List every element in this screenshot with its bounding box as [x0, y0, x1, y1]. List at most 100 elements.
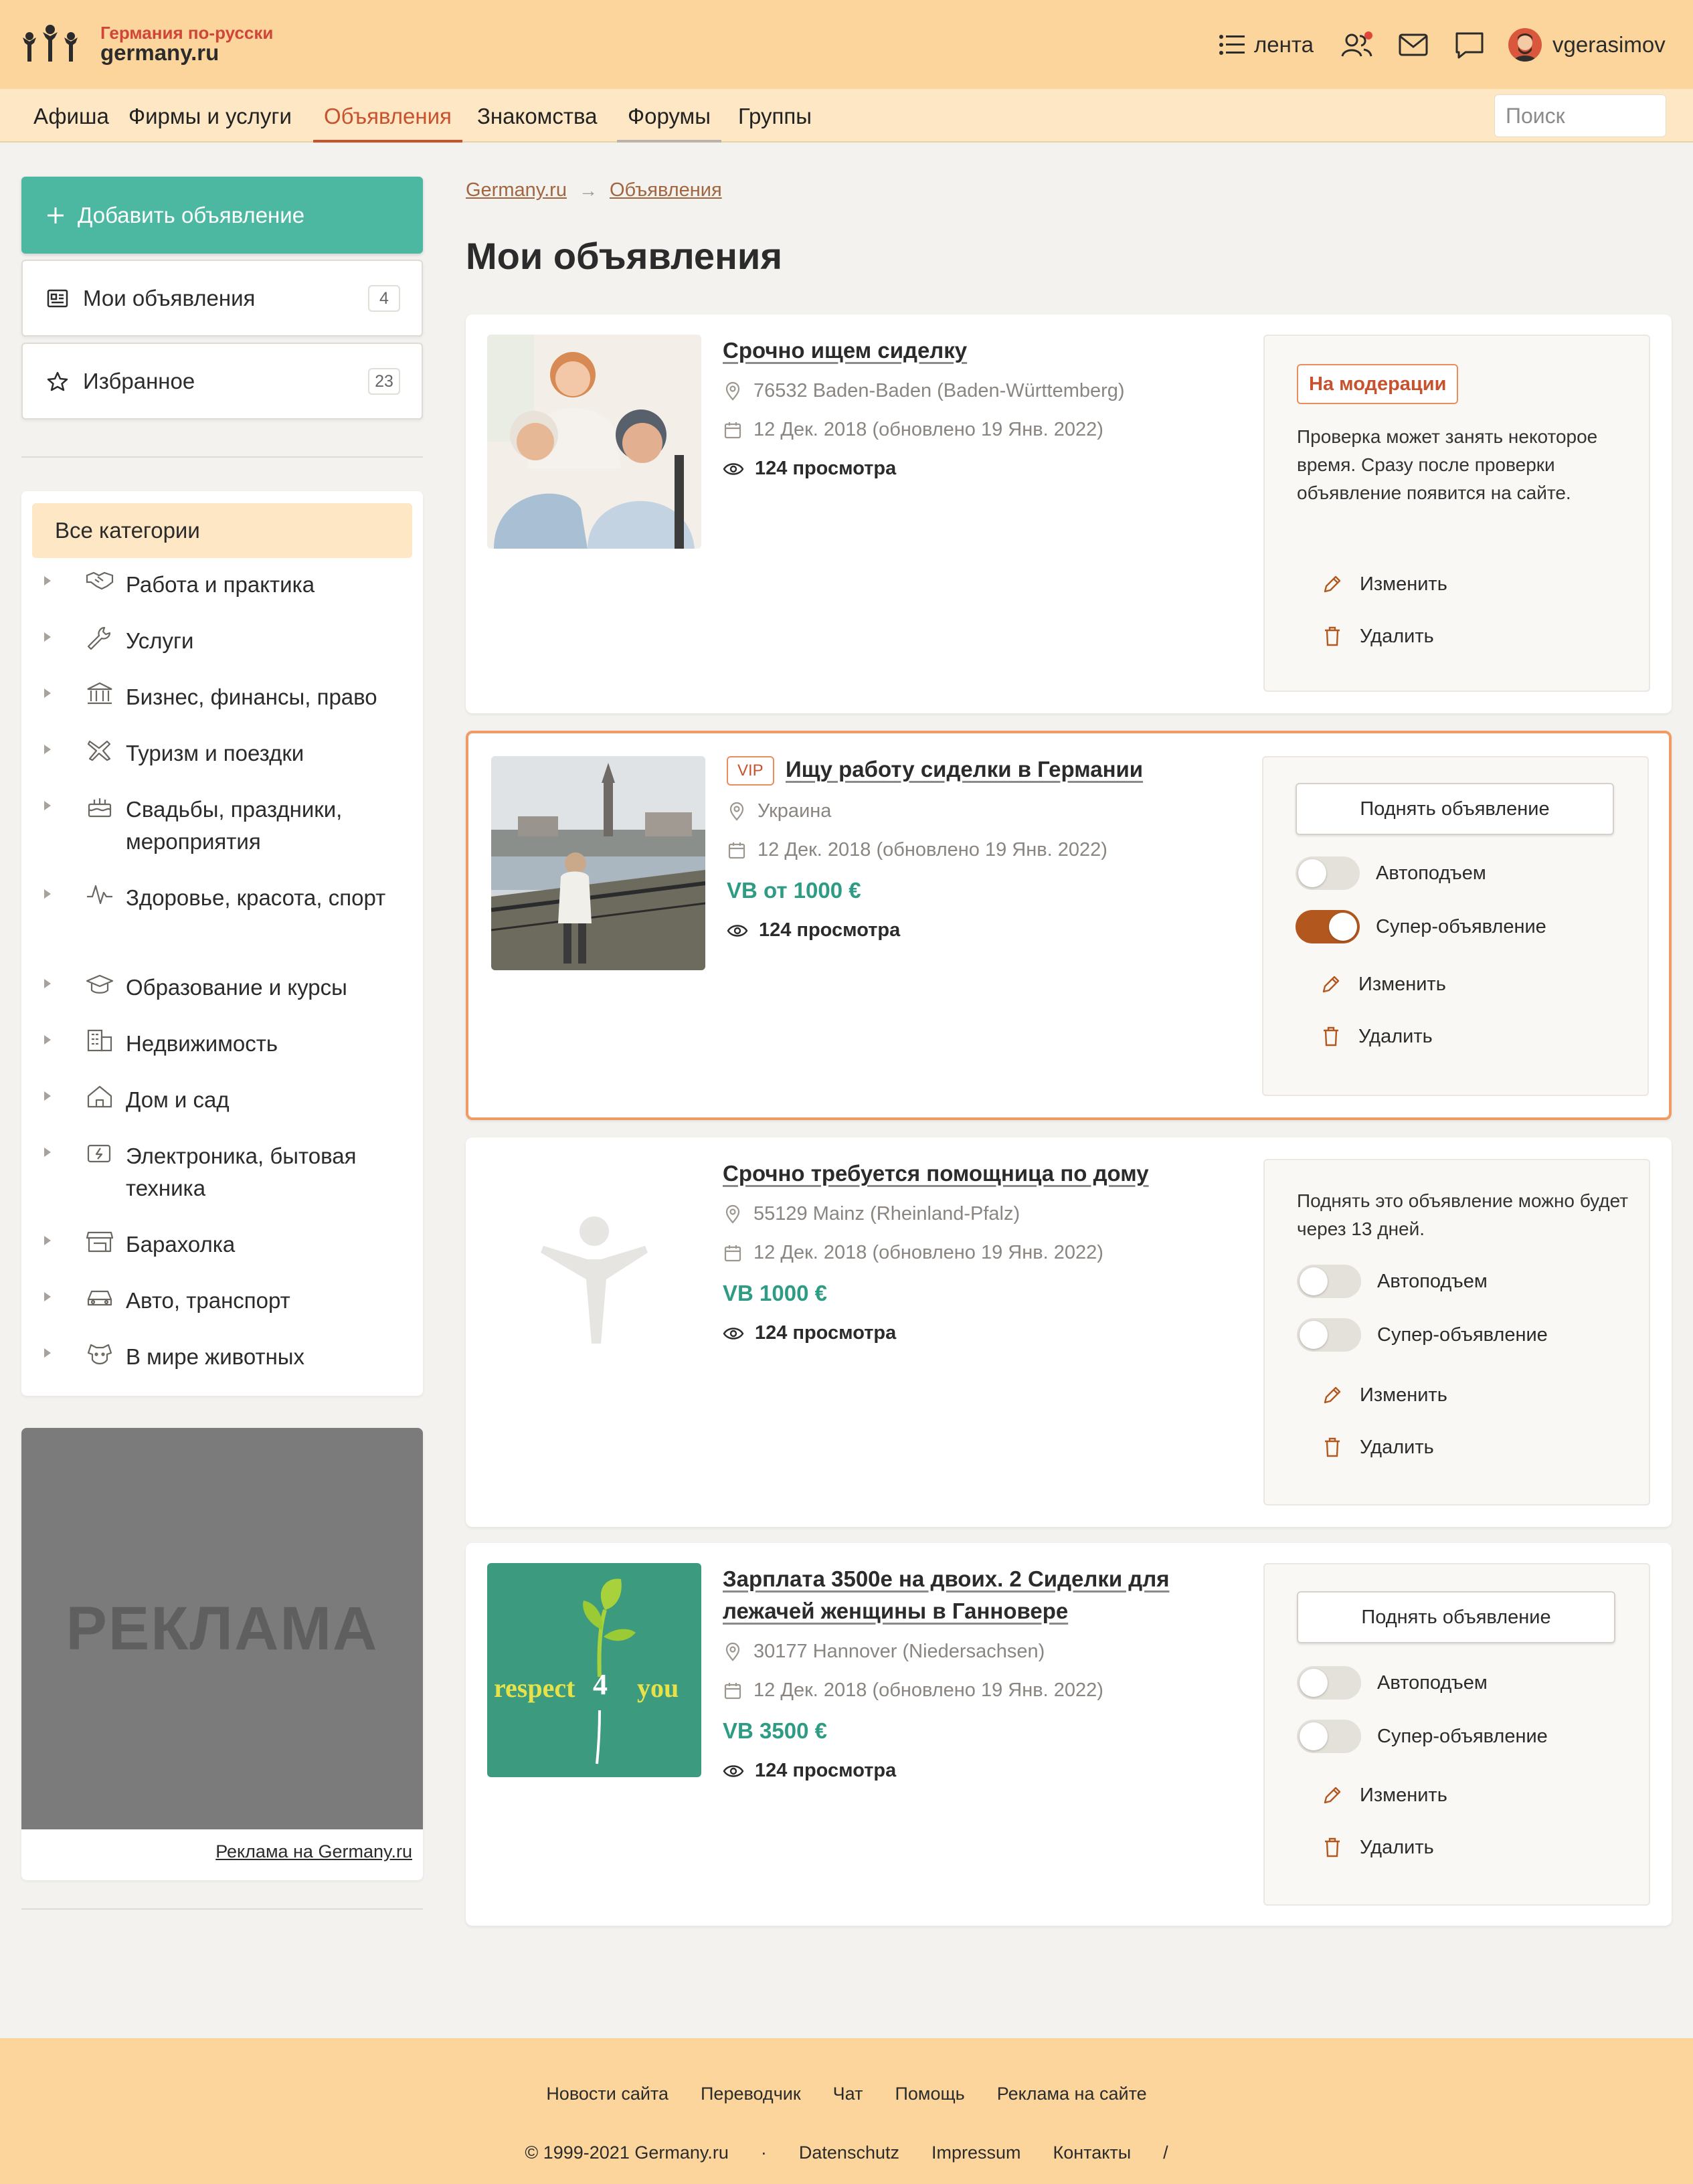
raise-button[interactable]: Поднять объявление	[1296, 783, 1614, 835]
expand-arrow-icon[interactable]	[44, 576, 51, 585]
expand-arrow-icon[interactable]	[44, 801, 51, 810]
autoraise-toggle[interactable]	[1297, 1666, 1361, 1700]
footer-link-help[interactable]: Помощь	[895, 2084, 964, 2104]
edit-button[interactable]: Изменить	[1321, 1384, 1447, 1406]
expand-arrow-icon[interactable]	[44, 1035, 51, 1044]
footer-link-impressum[interactable]: Impressum	[931, 2143, 1021, 2163]
avatar	[1508, 28, 1542, 62]
autoraise-toggle-row: Автоподъем	[1297, 1265, 1488, 1298]
nav-afisha[interactable]: Афиша	[33, 89, 109, 143]
respect-logo-text: respect	[494, 1673, 575, 1703]
autoraise-toggle[interactable]	[1296, 856, 1360, 890]
footer-link-datenschutz[interactable]: Datenschutz	[799, 2143, 899, 2163]
ad-banner[interactable]: РЕКЛАМА	[21, 1428, 423, 1829]
edit-label: Изменить	[1360, 1784, 1447, 1806]
expand-arrow-icon[interactable]	[44, 689, 51, 698]
views-text: 124 просмотра	[755, 1760, 897, 1781]
breadcrumb-ads[interactable]: Объявления	[610, 179, 722, 201]
all-categories[interactable]: Все категории	[32, 503, 412, 558]
chat-icon[interactable]	[1453, 29, 1486, 60]
listing-photo-placeholder[interactable]	[487, 1158, 701, 1372]
expand-arrow-icon[interactable]	[44, 1348, 51, 1358]
listing-photo[interactable]	[491, 756, 705, 970]
listing-date: 12 Дек. 2018 (обновлено 19 Янв. 2022)	[727, 839, 1107, 861]
autoraise-toggle[interactable]	[1297, 1265, 1361, 1298]
add-listing-button[interactable]: Добавить объявление	[21, 177, 423, 254]
feed-label: лента	[1254, 32, 1314, 57]
super-toggle[interactable]	[1297, 1318, 1361, 1352]
nav-dating[interactable]: Знакомства	[477, 89, 598, 143]
listing-title[interactable]: Зарплата 3500е на двоих. 2 Сиделки для л…	[723, 1563, 1231, 1627]
listing-location: Украина	[727, 800, 831, 822]
wrench-icon	[87, 626, 111, 650]
nav-ads[interactable]: Объявления	[313, 89, 462, 143]
delete-button[interactable]: Удалить	[1321, 1436, 1434, 1459]
logo-icon[interactable]	[19, 24, 82, 63]
expand-arrow-icon[interactable]	[44, 1091, 51, 1101]
raise-button[interactable]: Поднять объявление	[1297, 1591, 1615, 1643]
listing-photo[interactable]: respect 4 you	[487, 1563, 701, 1777]
super-toggle[interactable]	[1297, 1720, 1361, 1753]
listing-location: 76532 Baden-Baden (Baden-Württemberg)	[723, 380, 1125, 402]
breadcrumb-home[interactable]: Germany.ru	[466, 179, 567, 201]
eye-icon	[727, 924, 748, 937]
super-label: Супер-объявление	[1377, 1324, 1548, 1346]
super-toggle-row: Супер-объявление	[1297, 1318, 1548, 1352]
listing-views: 124 просмотра	[723, 458, 896, 480]
nav-firms[interactable]: Фирмы и услуги	[128, 89, 292, 143]
friends-icon[interactable]	[1341, 29, 1373, 60]
calendar-icon	[724, 1245, 741, 1261]
my-listings-count: 4	[368, 285, 400, 312]
footer-link-news[interactable]: Новости сайта	[546, 2084, 669, 2104]
listing-title[interactable]: Срочно ищем сиделку	[723, 335, 1231, 367]
footer-link-chat[interactable]: Чат	[833, 2084, 863, 2104]
eye-icon	[723, 1764, 744, 1777]
autoraise-toggle-row: Автоподъем	[1296, 856, 1486, 890]
copyright: © 1999-2021 Germany.ru	[525, 2143, 729, 2163]
edit-button[interactable]: Изменить	[1321, 573, 1447, 596]
listing-price: VB от 1000 €	[727, 878, 861, 903]
views-text: 124 просмотра	[755, 1322, 897, 1344]
listing-photo[interactable]	[487, 335, 701, 549]
add-listing-label: Добавить объявление	[78, 202, 305, 227]
nav-forums[interactable]: Форумы	[617, 89, 721, 143]
listing-title[interactable]: Срочно требуется помощница по дому	[723, 1158, 1231, 1190]
top-header: Германия по-русски germany.ru лента vger…	[0, 0, 1693, 89]
expand-arrow-icon[interactable]	[44, 1292, 51, 1301]
feed-link[interactable]: лента	[1219, 29, 1314, 60]
views-text: 124 просмотра	[759, 919, 901, 941]
vip-badge: VIP	[727, 756, 774, 786]
my-listings-link[interactable]: Мои объявления 4	[21, 260, 423, 337]
pencil-icon	[1324, 1787, 1341, 1804]
expand-arrow-icon[interactable]	[44, 1236, 51, 1245]
ad-link[interactable]: Реклама на Germany.ru	[215, 1841, 412, 1862]
search-input[interactable]	[1494, 94, 1666, 137]
ad-block[interactable]: РЕКЛАМА Реклама на Germany.ru	[21, 1428, 423, 1880]
expand-arrow-icon[interactable]	[44, 979, 51, 988]
super-toggle[interactable]	[1296, 910, 1360, 943]
expand-arrow-icon[interactable]	[44, 889, 51, 899]
delete-button[interactable]: Удалить	[1321, 1836, 1434, 1859]
mail-icon[interactable]	[1397, 29, 1429, 60]
expand-arrow-icon[interactable]	[44, 632, 51, 642]
category-label: Дом и сад	[126, 1087, 230, 1112]
edit-button[interactable]: Изменить	[1320, 973, 1446, 996]
footer: Новости сайта Переводчик Чат Помощь Рекл…	[0, 2038, 1693, 2184]
footer-link-ads[interactable]: Реклама на сайте	[997, 2084, 1147, 2104]
favorites-link[interactable]: Избранное 23	[21, 343, 423, 420]
expand-arrow-icon[interactable]	[44, 745, 51, 754]
category-label: Свадьбы, праздники, мероприятия	[126, 797, 343, 854]
expand-arrow-icon[interactable]	[44, 1148, 51, 1157]
edit-label: Изменить	[1360, 1384, 1447, 1406]
user-menu[interactable]: vgerasimov	[1508, 27, 1666, 63]
delete-button[interactable]: Удалить	[1320, 1025, 1433, 1048]
nav-groups[interactable]: Группы	[738, 89, 812, 143]
footer-link-contacts[interactable]: Контакты	[1053, 2143, 1132, 2163]
delete-button[interactable]: Удалить	[1321, 625, 1434, 648]
edit-button[interactable]: Изменить	[1321, 1784, 1447, 1807]
plane-icon	[87, 740, 111, 761]
raise-note: Поднять это объявление можно будет через…	[1297, 1190, 1629, 1239]
footer-link-translator[interactable]: Переводчик	[701, 2084, 801, 2104]
listing-title[interactable]: Ищу работу сиделки в Германии	[786, 753, 1241, 786]
logo-name[interactable]: germany.ru	[100, 40, 219, 66]
